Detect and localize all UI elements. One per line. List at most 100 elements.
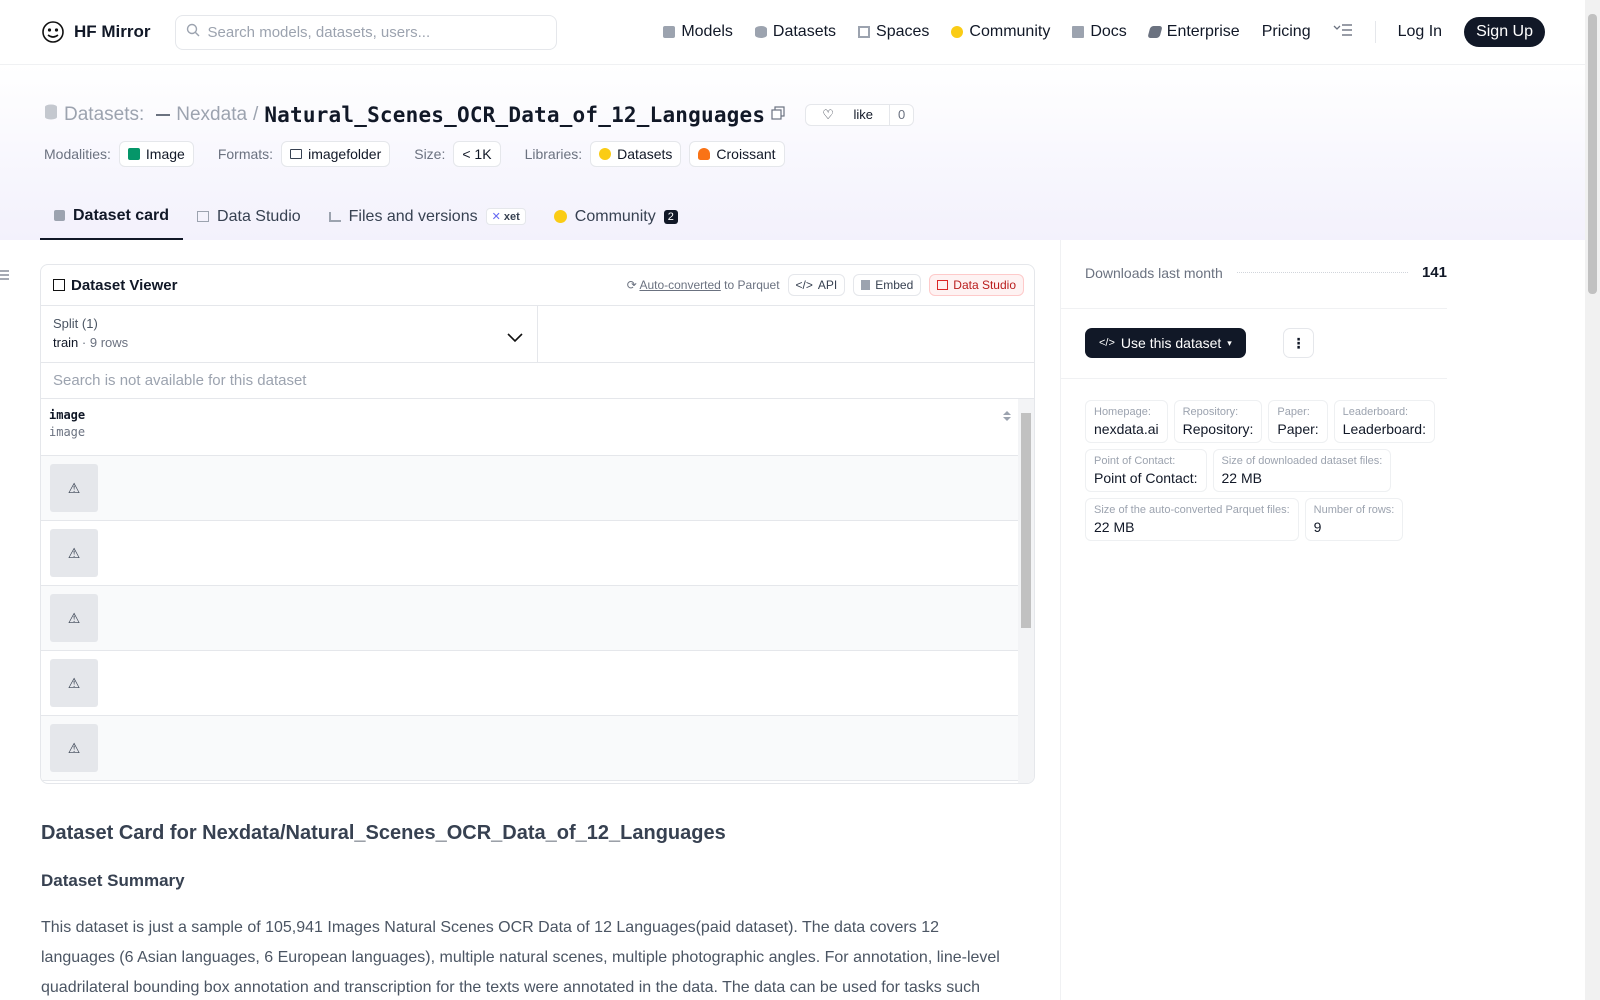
- xet-badge: ✕ xet: [485, 208, 526, 225]
- repo-header: Datasets: Nexdata / Natural_Scenes_OCR_D…: [0, 65, 1585, 240]
- info-leaderboard[interactable]: Leaderboard: Leaderboard:: [1333, 400, 1435, 443]
- org-link[interactable]: Nexdata: [176, 104, 247, 126]
- nav-enterprise[interactable]: Enterprise: [1147, 23, 1240, 41]
- info-homepage[interactable]: Homepage: nexdata.ai: [1085, 400, 1168, 443]
- repo-name[interactable]: Natural_Scenes_OCR_Data_of_12_Languages: [264, 103, 765, 127]
- summary-text: This dataset is just a sample of 105,941…: [41, 919, 1000, 996]
- hug-icon: [599, 148, 612, 160]
- dataset-viewer: Dataset Viewer ⟳ Auto-converted to Parqu…: [40, 264, 1035, 784]
- downloads-stat: Downloads last month 141: [1085, 264, 1447, 281]
- info-value: 22 MB: [1221, 470, 1262, 486]
- info-download-size: Size of downloaded dataset files: 22 MB: [1212, 449, 1392, 492]
- nav-datasets[interactable]: Datasets: [754, 23, 837, 41]
- org-avatar-icon: [156, 114, 171, 116]
- more-options-button[interactable]: ⋮: [1283, 328, 1314, 358]
- page-scrollbar[interactable]: [1585, 0, 1600, 1000]
- info-key: Leaderboard:: [1342, 406, 1409, 418]
- tab-data-studio[interactable]: Data Studio: [183, 193, 315, 240]
- info-repository[interactable]: Repository: Repository:: [1173, 400, 1263, 443]
- kebab-icon: ⋮: [1291, 334, 1306, 351]
- embed-icon: [861, 280, 871, 290]
- table-row[interactable]: ⚠: [41, 651, 1020, 716]
- info-point-of-contact[interactable]: Point of Contact: Point of Contact:: [1085, 449, 1207, 492]
- grid-icon: [858, 26, 871, 38]
- info-value: Paper:: [1277, 421, 1319, 437]
- library-tag-datasets[interactable]: Datasets: [590, 141, 682, 167]
- info-key: Point of Contact:: [1094, 455, 1176, 467]
- login-link[interactable]: Log In: [1398, 23, 1442, 41]
- split-select[interactable]: Split (1) train · 9 rows: [41, 306, 538, 362]
- nav-docs[interactable]: Docs: [1072, 23, 1127, 41]
- info-value: 22 MB: [1094, 519, 1135, 535]
- code-icon: </>: [795, 278, 813, 292]
- nav-label: Datasets: [772, 23, 837, 40]
- scrollbar-thumb[interactable]: [1021, 413, 1031, 628]
- embed-button[interactable]: Embed: [853, 274, 922, 296]
- use-dataset-button[interactable]: </> Use this dataset ▾: [1085, 328, 1246, 358]
- hug-icon: [951, 26, 964, 38]
- auto-converted-link[interactable]: Auto-converted: [639, 278, 720, 292]
- table-row[interactable]: ⚠: [41, 521, 1020, 586]
- signup-button[interactable]: Sign Up: [1464, 17, 1545, 47]
- broken-image-icon[interactable]: ⚠: [50, 529, 98, 577]
- data-studio-button[interactable]: Data Studio: [929, 274, 1024, 296]
- format-tag[interactable]: imagefolder: [281, 141, 391, 167]
- size-tag[interactable]: < 1K: [453, 141, 501, 167]
- more-menu-icon[interactable]: [1333, 23, 1353, 42]
- refresh-icon: ⟳: [626, 278, 637, 292]
- nav-label: Enterprise: [1166, 23, 1240, 40]
- files-icon: [328, 211, 341, 222]
- auto-converted-note[interactable]: ⟳ Auto-converted to Parquet: [627, 278, 780, 292]
- heart-icon: ♡: [822, 107, 834, 122]
- info-key: Paper:: [1277, 406, 1310, 418]
- broken-image-icon[interactable]: ⚠: [50, 724, 98, 772]
- copy-icon[interactable]: [771, 104, 785, 126]
- api-label: API: [817, 278, 838, 292]
- modality-tag[interactable]: Image: [118, 141, 194, 167]
- info-paper[interactable]: Paper: Paper:: [1268, 400, 1328, 443]
- nav-models[interactable]: Models: [663, 23, 733, 41]
- table-row[interactable]: ⚠: [41, 586, 1020, 651]
- chevron-down-icon: [507, 330, 523, 346]
- summary-heading: Dataset Summary: [41, 871, 185, 890]
- library-tag-croissant[interactable]: Croissant: [689, 141, 785, 167]
- sort-icon[interactable]: [1002, 409, 1012, 426]
- repo-kind[interactable]: Datasets:: [64, 104, 144, 126]
- database-icon: [44, 104, 58, 126]
- nav-spaces[interactable]: Spaces: [858, 23, 929, 41]
- info-parquet-size: Size of the auto-converted Parquet files…: [1085, 498, 1299, 541]
- tab-label: Dataset card: [73, 206, 170, 224]
- tab-files[interactable]: Files and versions ✕ xet: [315, 193, 540, 240]
- hf-logo-icon: [40, 19, 66, 45]
- nav-community[interactable]: Community: [951, 23, 1050, 41]
- table-row[interactable]: ⚠: [41, 456, 1020, 521]
- broken-image-icon[interactable]: ⚠: [50, 594, 98, 642]
- broken-image-icon[interactable]: ⚠: [50, 464, 98, 512]
- nav-label: Pricing: [1261, 23, 1311, 40]
- column-header-image[interactable]: image image: [41, 399, 1020, 456]
- path-separator: /: [253, 104, 259, 125]
- search-input[interactable]: Search models, datasets, users...: [174, 14, 557, 50]
- tab-community[interactable]: Community 2: [540, 193, 692, 240]
- brand[interactable]: HF Mirror: [40, 19, 151, 45]
- table-row[interactable]: ⚠: [41, 716, 1020, 781]
- book-icon: [1072, 26, 1085, 38]
- broken-image-icon[interactable]: ⚠: [50, 659, 98, 707]
- dataset-card: Dataset Card for Nexdata/Natural_Scenes_…: [41, 822, 1001, 1000]
- toc-toggle-icon[interactable]: [0, 268, 10, 282]
- code-icon: </>: [1099, 337, 1115, 349]
- metadata-row: Modalities: Image Formats: imagefolder S…: [44, 141, 785, 167]
- api-button[interactable]: </> API: [787, 274, 846, 296]
- downloads-count: 141: [1421, 264, 1447, 281]
- nav-pricing[interactable]: Pricing: [1262, 23, 1311, 41]
- modalities-label: Modalities:: [44, 146, 111, 162]
- like-button[interactable]: ♡ like 0: [805, 104, 915, 126]
- cube-icon: [663, 26, 676, 38]
- viewer-scrollbar[interactable]: [1018, 399, 1034, 783]
- tab-dataset-card[interactable]: Dataset card: [40, 193, 184, 240]
- database-icon: [754, 26, 767, 38]
- scrollbar-thumb[interactable]: [1588, 14, 1597, 294]
- downloads-label: Downloads last month: [1085, 264, 1223, 281]
- column-type: image: [49, 425, 86, 439]
- info-value: Repository:: [1182, 421, 1254, 437]
